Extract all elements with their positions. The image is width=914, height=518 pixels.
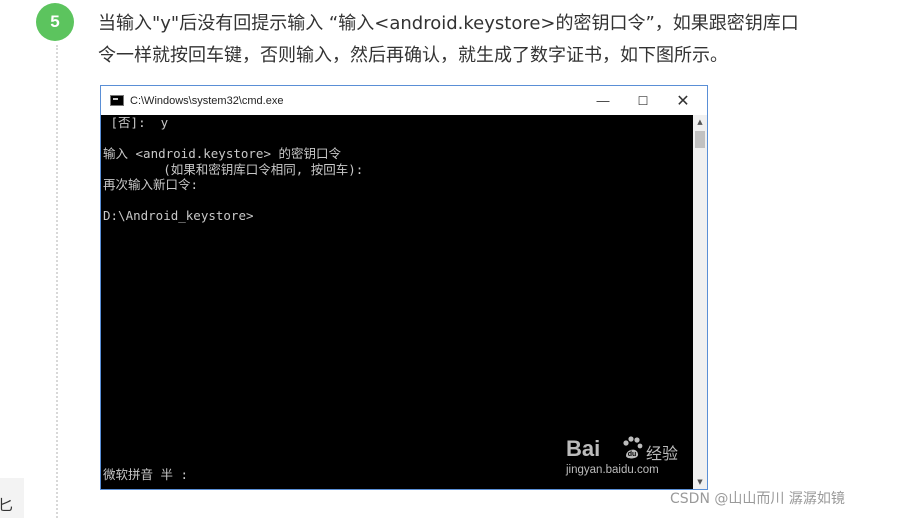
- baidu-jingyan-label: 经验: [646, 444, 679, 463]
- step-text-line-2: 令一样就按回车键，否则输入，然后再确认，就生成了数字证书，如下图所示。: [98, 45, 728, 66]
- close-button[interactable]: ✕: [663, 86, 703, 115]
- minimize-button[interactable]: —: [583, 86, 623, 115]
- step-description: 当输入"y"后没有回提示输入 “输入<android.keystore>的密钥口…: [98, 8, 878, 72]
- step-number-badge: 5: [36, 3, 74, 41]
- console-line: (如果和密钥库口令相同, 按回车):: [103, 161, 364, 177]
- cmd-icon: [110, 95, 124, 106]
- baidu-paw-icon: du: [623, 436, 643, 459]
- console-line: 再次输入新口令:: [103, 177, 199, 192]
- baidu-jingyan-watermark: Bai du 经验 jingyan.baidu.com: [566, 436, 686, 482]
- baidu-logo-text: Bai: [566, 436, 601, 461]
- vertical-scrollbar[interactable]: ▲ ▼: [693, 115, 707, 489]
- cmd-window-title: C:\Windows\system32\cmd.exe: [130, 94, 284, 107]
- scroll-thumb[interactable]: [695, 131, 705, 148]
- scroll-up-arrow-icon[interactable]: ▲: [693, 115, 707, 129]
- console-line: 输入 <android.keystore> 的密钥口令: [103, 146, 342, 161]
- step-connector-line: [56, 45, 58, 518]
- cmd-titlebar[interactable]: C:\Windows\system32\cmd.exe — ☐ ✕: [101, 86, 707, 115]
- scroll-down-arrow-icon[interactable]: ▼: [693, 475, 707, 489]
- maximize-button[interactable]: ☐: [623, 86, 663, 115]
- svg-text:du: du: [628, 451, 637, 458]
- step-text-line-1: 当输入"y"后没有回提示输入 “输入<android.keystore>的密钥口…: [98, 13, 799, 34]
- left-edge-char: 匕: [0, 496, 14, 514]
- console-output[interactable]: [否]: y 输入 <android.keystore> 的密钥口令 (如果和密钥…: [101, 115, 693, 489]
- baidu-url-text: jingyan.baidu.com: [566, 464, 659, 476]
- console-line: [否]: y: [103, 115, 169, 130]
- ime-status-bar: 微软拼音 半 :: [103, 467, 189, 482]
- cmd-window-screenshot: C:\Windows\system32\cmd.exe — ☐ ✕ [否]: y…: [100, 85, 708, 490]
- console-line: D:\Android_keystore>: [103, 208, 254, 223]
- csdn-watermark: CSDN @山山而川 潺潺如镜: [670, 491, 845, 507]
- left-edge-panel: 匕: [0, 478, 24, 518]
